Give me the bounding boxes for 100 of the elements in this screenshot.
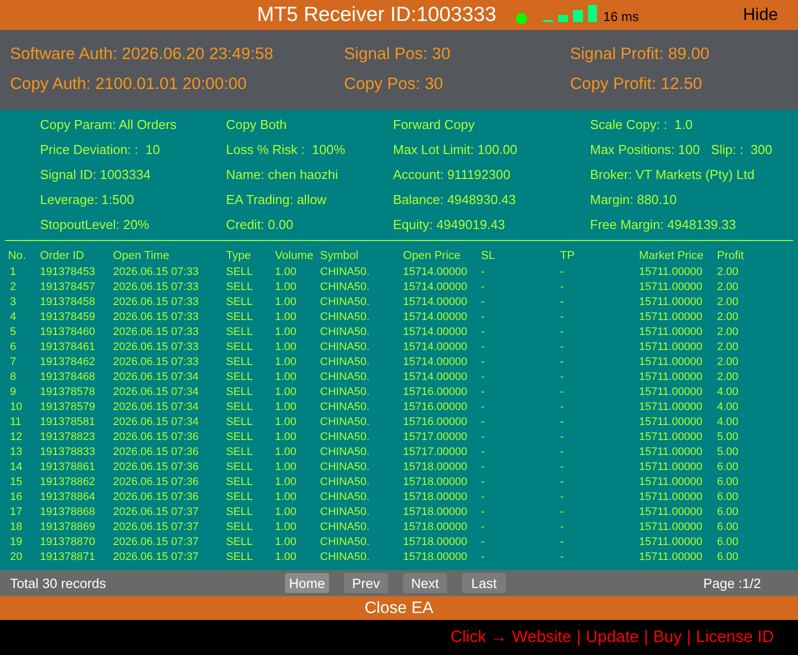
table-cell: 3 — [10, 296, 16, 308]
table-cell: 6.00 — [717, 550, 738, 562]
table-cell: 2.00 — [717, 280, 738, 292]
info-text: Margin: 880.10 — [590, 192, 677, 207]
table-cell: 15711.00000 — [639, 266, 702, 278]
table-cell: SELL — [226, 370, 253, 382]
info-text: Broker: VT Markets (Pty) Ltd — [590, 167, 754, 182]
table-cell: SELL — [226, 446, 253, 458]
table-cell: - — [560, 430, 564, 442]
table-cell: - — [481, 370, 485, 382]
close-ea-button[interactable]: Close EA — [0, 596, 798, 620]
column-header: Open Time — [113, 250, 170, 262]
page-button[interactable]: Home — [285, 573, 330, 593]
table-cell: CHINA50. — [320, 386, 370, 398]
table-cell: - — [560, 386, 564, 398]
info-text: Signal ID: 1003334 — [40, 167, 151, 182]
table-cell: CHINA50. — [320, 356, 370, 368]
table-cell: SELL — [226, 340, 253, 352]
table-cell: - — [560, 416, 564, 428]
table-cell: 1.00 — [275, 340, 296, 352]
table-cell: SELL — [226, 430, 253, 442]
info-text: Equity: 4949019.43 — [393, 217, 506, 232]
table-cell: 16 — [10, 490, 22, 502]
footer-link[interactable]: Buy — [653, 628, 682, 647]
table-cell: - — [560, 266, 564, 278]
table-cell: 15711.00000 — [639, 340, 702, 352]
table-cell: 6 — [10, 340, 16, 352]
table-cell: 1.00 — [275, 446, 296, 458]
table-cell: - — [481, 416, 485, 428]
table-cell: - — [560, 536, 564, 548]
latency-text: 16 ms — [603, 9, 639, 24]
table-cell: 2.00 — [717, 296, 738, 308]
table-cell: 15717.00000 — [403, 446, 468, 458]
table-cell: SELL — [226, 536, 253, 548]
column-header: Symbol — [320, 250, 358, 262]
table-cell: 1.00 — [275, 476, 296, 488]
footer-link[interactable]: License ID — [696, 628, 774, 647]
table-cell: 19 — [10, 536, 22, 548]
info-text: Max Positions: 100 — [590, 142, 700, 157]
table-cell: SELL — [226, 506, 253, 518]
footer-link[interactable]: Update — [586, 628, 639, 647]
table-cell: 15714.00000 — [403, 340, 468, 352]
table-cell: 15711.00000 — [639, 446, 702, 458]
footer-link[interactable]: Website — [512, 628, 572, 647]
info-text: Free Margin: 4948139.33 — [590, 217, 736, 232]
table-cell: - — [560, 310, 564, 322]
table-cell: - — [481, 326, 485, 338]
table-cell: 191378869 — [40, 520, 96, 532]
table-cell: - — [560, 476, 564, 488]
table-cell: - — [481, 386, 485, 398]
table-cell: 15714.00000 — [403, 310, 468, 322]
table-cell: 2026.06.15 07:34 — [113, 400, 199, 412]
record-count: Total 30 records — [10, 576, 108, 590]
table-cell: 2026.06.15 07:34 — [113, 370, 199, 382]
table-cell: 191378871 — [40, 550, 96, 562]
table-cell: 191378870 — [40, 536, 96, 548]
table-cell: 1.00 — [275, 520, 296, 532]
table-cell: 2026.06.15 07:34 — [113, 386, 199, 398]
table-cell: - — [481, 520, 485, 532]
column-header: TP — [560, 250, 575, 262]
table-cell: - — [481, 356, 485, 368]
table-cell: 15716.00000 — [403, 386, 468, 398]
table-cell: - — [560, 280, 564, 292]
table-cell: CHINA50. — [320, 266, 370, 278]
table-cell: 9 — [10, 386, 16, 398]
table-cell: SELL — [226, 296, 253, 308]
table-cell: - — [481, 266, 485, 278]
table-cell: 191378579 — [40, 400, 96, 412]
summary-text: Signal Profit: 89.00 — [570, 44, 710, 64]
column-header: Market Price — [639, 250, 704, 262]
column-header: Type — [226, 250, 251, 262]
table-cell: 1 — [10, 266, 16, 278]
table-cell: SELL — [226, 520, 253, 532]
link-separator: | — [576, 628, 581, 647]
table-cell: 191378864 — [40, 490, 96, 502]
table-cell: 15711.00000 — [639, 310, 702, 322]
table-cell: 1.00 — [275, 266, 296, 278]
table-cell: CHINA50. — [320, 476, 370, 488]
table-cell: 191378460 — [40, 326, 96, 338]
hide-button[interactable]: Hide — [743, 5, 778, 25]
info-text: Loss % Risk : 100% — [226, 142, 346, 157]
table-cell: - — [560, 326, 564, 338]
column-header: Volume — [275, 250, 314, 262]
page-button[interactable]: Prev — [344, 573, 388, 593]
table-cell: 15714.00000 — [403, 266, 468, 278]
table-cell: 2026.06.15 07:37 — [113, 550, 199, 562]
table-cell: 191378868 — [40, 506, 96, 518]
table-cell: - — [481, 476, 485, 488]
table-cell: SELL — [226, 326, 253, 338]
table-cell: 14 — [10, 460, 22, 472]
page-button[interactable]: Last — [462, 573, 506, 593]
table-cell: - — [560, 370, 564, 382]
table-cell: 17 — [10, 506, 22, 518]
table-cell: 2026.06.15 07:37 — [113, 520, 199, 532]
table-cell: 2.00 — [717, 370, 738, 382]
page-button[interactable]: Next — [403, 573, 448, 593]
table-cell: 191378459 — [40, 310, 96, 322]
table-cell: 2.00 — [717, 326, 738, 338]
table-cell: CHINA50. — [320, 310, 370, 322]
table-cell: 4.00 — [717, 416, 738, 428]
